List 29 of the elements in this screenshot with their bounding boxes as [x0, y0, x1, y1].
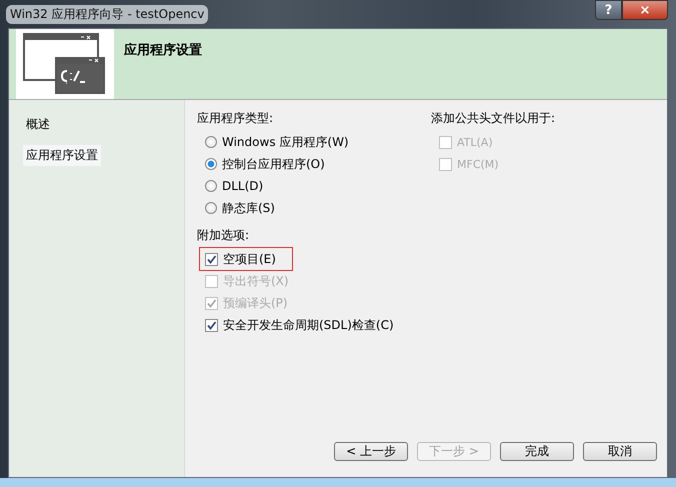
dialog-button[interactable]: < 上一步 — [334, 442, 408, 461]
group-label: 添加公共头文件以用于: — [431, 110, 556, 127]
group-label: 附加选项: — [197, 227, 250, 244]
checkbox[interactable] — [205, 252, 218, 266]
group-label: 应用程序类型: — [197, 110, 274, 127]
window-title: Win32 应用程序向导 - testOpencv — [6, 4, 208, 24]
option-label: 导出符号(X) — [223, 272, 289, 290]
console-window-icon — [23, 33, 107, 95]
radio-button[interactable] — [205, 136, 217, 148]
option-label: 控制台应用程序(O) — [222, 156, 325, 172]
option-label: DLL(D) — [222, 179, 264, 193]
dialog-button[interactable]: 取消 — [583, 442, 657, 461]
radio-button[interactable] — [205, 180, 217, 192]
close-button[interactable]: × — [622, 0, 668, 20]
dialog-button[interactable]: 完成 — [500, 442, 574, 461]
checkbox[interactable] — [205, 318, 218, 332]
sidebar-item[interactable]: 概述 — [23, 114, 53, 135]
radio-button[interactable] — [205, 158, 217, 170]
option-label: 空项目(E) — [223, 250, 276, 268]
option-label: 安全开发生命周期(SDL)检查(C) — [223, 316, 394, 334]
sidebar-item[interactable]: 应用程序设置 — [23, 145, 101, 166]
option-label: ATL(A) — [457, 136, 493, 148]
page-heading: 应用程序设置 — [124, 42, 202, 59]
option-label: Windows 应用程序(W) — [222, 134, 349, 150]
radio-button[interactable] — [205, 202, 217, 214]
option-label: MFC(M) — [457, 158, 499, 170]
option-label: 预编译头(P) — [223, 294, 288, 312]
help-button[interactable]: ? — [595, 0, 622, 20]
option-label: 静态库(S) — [222, 200, 275, 216]
